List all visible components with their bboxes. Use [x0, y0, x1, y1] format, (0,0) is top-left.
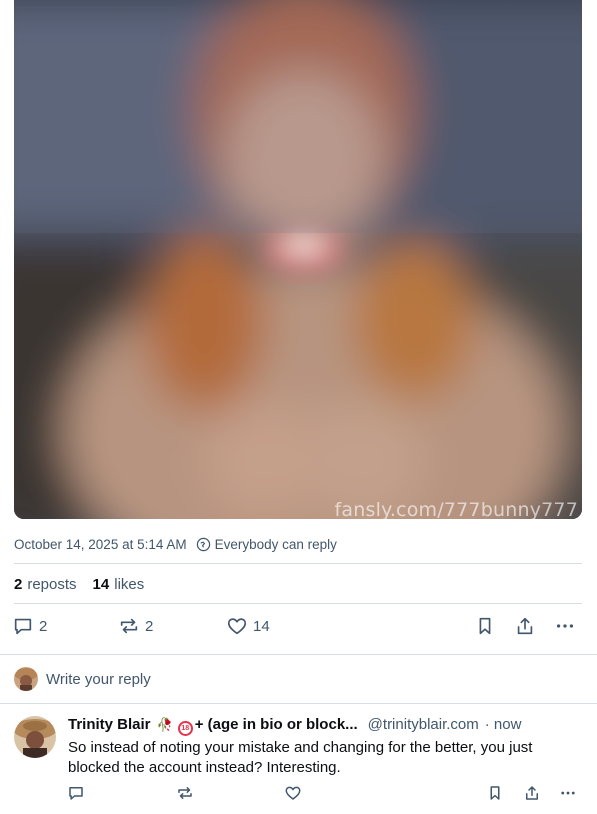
post-stats: 2 reposts 14 likes	[14, 573, 160, 595]
divider	[0, 654, 597, 655]
reply-text: So instead of noting your mistake and ch…	[68, 739, 533, 776]
rose-emoji: 🥀	[156, 717, 173, 732]
reply-handle[interactable]: @trinityblair.com	[368, 716, 479, 733]
likes-stat[interactable]: 14 likes	[93, 576, 145, 593]
globe-icon	[196, 537, 210, 551]
bookmark-button[interactable]	[474, 615, 496, 637]
like-count: 14	[253, 617, 270, 635]
divider	[0, 703, 597, 704]
bookmark-icon	[490, 786, 500, 800]
reply-composer[interactable]: Write your reply	[14, 666, 151, 692]
like-button[interactable]: 14	[226, 615, 270, 637]
reply-placeholder[interactable]: Write your reply	[46, 671, 151, 688]
reply-repost-button[interactable]	[176, 784, 194, 802]
reply-bookmark-button[interactable]	[486, 784, 504, 802]
blurred-photo	[14, 0, 582, 519]
avatar[interactable]	[14, 716, 56, 758]
post-action-bar: 2 2 14	[0, 615, 597, 641]
heart-icon	[227, 618, 247, 635]
bookmark-icon	[479, 617, 491, 635]
reply-more-options-button[interactable]	[559, 784, 577, 802]
repost-count: 2	[145, 617, 154, 635]
repost-icon	[178, 787, 192, 799]
share-icon	[526, 786, 538, 800]
reply-time[interactable]: · now	[485, 716, 522, 733]
repost-icon	[120, 618, 138, 634]
more-options-button[interactable]	[554, 615, 576, 637]
post-image[interactable]: fansly.com/777bunny777	[14, 0, 582, 519]
repost-button[interactable]: 2	[118, 615, 153, 637]
reply-display-name[interactable]: Trinity Blair	[68, 716, 151, 733]
reply-share-button[interactable]	[523, 784, 541, 802]
reply-button[interactable]: 2	[12, 615, 47, 637]
more-horizontal-icon	[556, 624, 574, 628]
comment-icon	[14, 618, 32, 635]
divider	[14, 563, 582, 564]
divider	[14, 603, 582, 604]
post-timestamp[interactable]: October 14, 2025 at 5:14 AM	[14, 537, 187, 552]
image-watermark: fansly.com/777bunny777	[334, 499, 578, 519]
heart-icon	[285, 786, 301, 800]
reply-comment-button[interactable]	[67, 784, 85, 802]
avatar	[14, 667, 38, 691]
post-meta: October 14, 2025 at 5:14 AM Everybody ca…	[14, 534, 337, 554]
reply-count: 2	[39, 617, 48, 635]
share-icon	[517, 617, 533, 635]
comment-icon	[69, 787, 83, 800]
reply-header: Trinity Blair 🥀 18 + (age in bio or bloc…	[68, 716, 522, 736]
reply-like-button[interactable]	[284, 784, 302, 802]
reposts-stat[interactable]: 2 reposts	[14, 576, 77, 593]
reply-setting-label: Everybody can reply	[214, 536, 337, 552]
reply-action-bar	[14, 784, 584, 804]
more-horizontal-icon	[561, 791, 575, 795]
reply-display-name-suffix[interactable]: + (age in bio or block...	[195, 716, 358, 733]
share-button[interactable]	[514, 615, 536, 637]
age-restriction-icon: 18	[177, 721, 193, 736]
